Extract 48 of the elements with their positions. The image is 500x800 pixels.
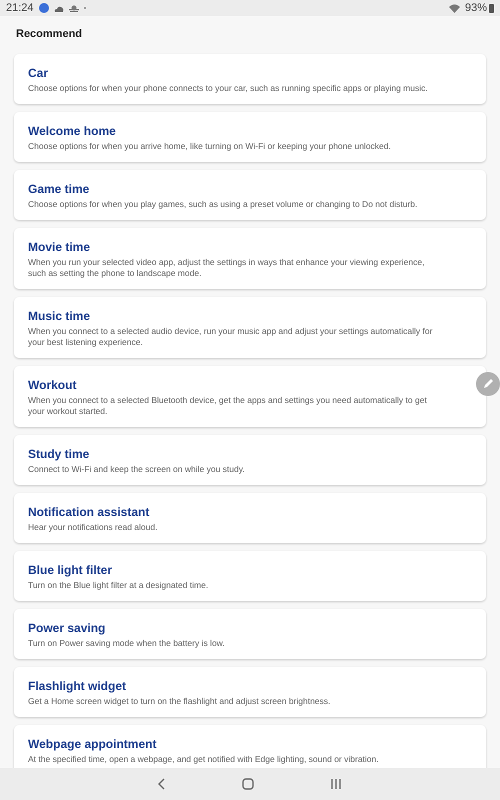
wifi-icon — [448, 4, 460, 12]
routine-card[interactable]: Welcome home Choose options for when you arrive home, like turning on Wi-Fi or keeping your phone unlocked. — [14, 112, 486, 162]
routine-title: Webpage appointment — [28, 737, 158, 751]
routine-card[interactable]: Flashlight widget Get a Home screen widget to turn on the flashlight and adjust screen brightness. — [14, 667, 486, 717]
routine-description: Get a Home screen widget to turn on the flashlight and adjust screen brightness. — [28, 696, 332, 707]
routine-card[interactable]: Workout When you connect to a selected Bluetooth device, get the apps and settings you need automatically to get your workout started. — [14, 366, 486, 427]
routine-description: At the specified time, open a webpage, and get notified with Edge lighting, sound or vibration. — [28, 754, 380, 765]
routine-title: Workout — [28, 378, 78, 392]
battery-icon — [489, 4, 494, 12]
routine-card[interactable]: Game time Choose options for when you play games, such as using a preset volume or changing to Do not disturb. — [14, 170, 486, 220]
battery-percentage: 93% — [464, 2, 487, 14]
routine-description: Connect to Wi-Fi and keep the screen on while you study. — [28, 464, 246, 475]
routine-description: Choose options for when you play games, such as using a preset volume or changing to Do not disturb. — [28, 199, 418, 210]
routine-title: Flashlight widget — [28, 679, 127, 693]
routine-title: Power saving — [28, 621, 106, 635]
routine-card[interactable]: Study time Connect to Wi-Fi and keep the screen on while you study. — [14, 435, 486, 485]
routine-title: Notification assistant — [28, 505, 150, 519]
routine-description: Turn on the Blue light filter at a designated time. — [28, 580, 210, 591]
routine-description: When you connect to a selected Bluetooth device, get the apps and settings you need automatically to get your workout started. — [28, 395, 428, 417]
recent-apps-icon[interactable] — [329, 778, 343, 790]
routine-title: Movie time — [28, 240, 92, 254]
home-icon[interactable] — [241, 777, 255, 791]
status-time: 21:24 — [6, 2, 34, 14]
routine-card[interactable]: Webpage appointment At the specified time, open a webpage, and get notified with Edge lighting, sound or vibration. — [14, 725, 486, 768]
routine-card[interactable]: Power saving Turn on Power saving mode when the battery is low. — [14, 609, 486, 659]
routine-description: When you connect to a selected audio device, run your music app and adjust your settings automatically for your best listening experience. — [28, 326, 434, 348]
routine-title: Study time — [28, 447, 90, 461]
routine-card[interactable]: Car Choose options for when your phone connects to your car, such as running specific apps or playing music. — [14, 54, 486, 104]
app-notification-icon — [38, 3, 49, 13]
routine-description: Choose options for when you arrive home, like turning on Wi-Fi or keeping your phone unlocked. — [28, 141, 392, 152]
routine-card[interactable]: Blue light filter Turn on the Blue light filter at a designated time. — [14, 551, 486, 601]
weather-icon — [68, 4, 79, 12]
routine-description: Hear your notifications read aloud. — [28, 522, 158, 533]
routine-title: Welcome home — [28, 124, 117, 138]
routine-title: Blue light filter — [28, 563, 113, 577]
routine-title: Game time — [28, 182, 90, 196]
routine-title: Music time — [28, 309, 92, 323]
routine-title: Car — [28, 66, 50, 80]
routine-description: Choose options for when your phone connects to your car, such as running specific apps or playing music. — [28, 83, 429, 94]
pencil-icon — [482, 378, 494, 390]
back-icon[interactable] — [157, 777, 167, 791]
routine-card[interactable]: Notification assistant Hear your notifications read aloud. — [14, 493, 486, 543]
routine-card[interactable]: Movie time When you run your selected video app, adjust the settings in ways that enhance your viewing experience, such as setting the phone to landscape mode. — [14, 228, 486, 289]
cloud-icon — [54, 4, 64, 12]
routine-card[interactable]: Music time When you connect to a selected audio device, run your music app and adjust your settings automatically for your best listening experience. — [14, 297, 486, 358]
routine-description: Turn on Power saving mode when the battery is low. — [28, 638, 226, 649]
routine-description: When you run your selected video app, adjust the settings in ways that enhance your viewing experience, such as setting the phone to landscape mode. — [28, 257, 426, 279]
section-heading: Recommend — [15, 27, 84, 42]
